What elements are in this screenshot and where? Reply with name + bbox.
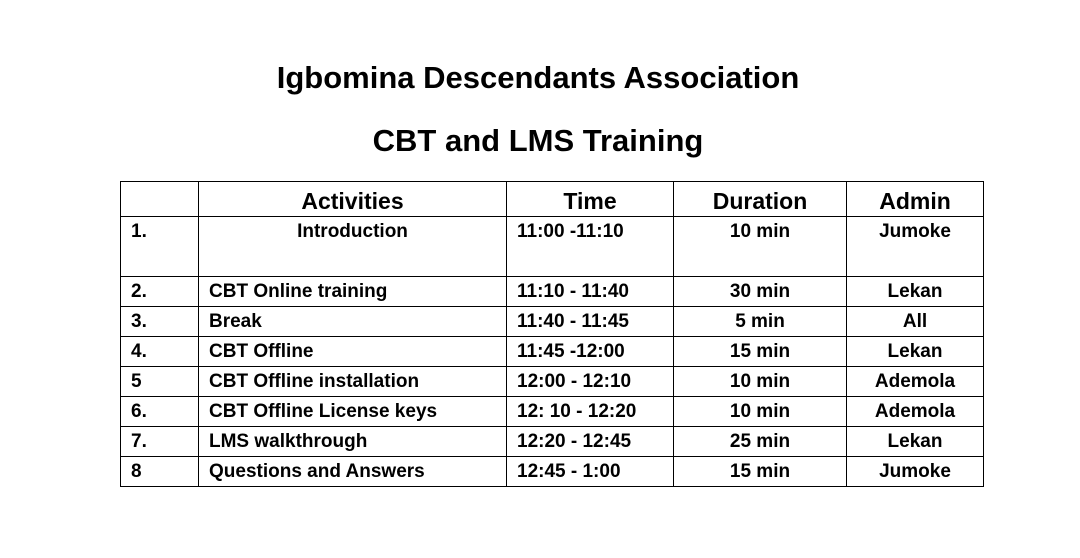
row-duration: 10 min (673, 396, 847, 427)
row-activity: CBT Offline (198, 336, 507, 367)
column-header-duration: Duration (673, 181, 847, 217)
row-activity: LMS walkthrough (198, 426, 507, 457)
column-header-admin: Admin (846, 181, 984, 217)
row-number: 1. (120, 216, 199, 277)
row-time: 11:40 - 11:45 (506, 306, 674, 337)
row-number: 2. (120, 276, 199, 307)
row-number: 7. (120, 426, 199, 457)
table-row: 8 Questions and Answers 12:45 - 1:00 15 … (120, 456, 984, 487)
row-number: 6. (120, 396, 199, 427)
table-row: 6. CBT Offline License keys 12: 10 - 12:… (120, 396, 984, 427)
table-row: 3. Break 11:40 - 11:45 5 min All (120, 306, 984, 337)
row-time: 12:45 - 1:00 (506, 456, 674, 487)
column-header-activities: Activities (198, 181, 507, 217)
row-admin: Jumoke (846, 456, 984, 487)
table-row: 2. CBT Online training 11:10 - 11:40 30 … (120, 276, 984, 307)
row-activity: CBT Offline License keys (198, 396, 507, 427)
row-duration: 15 min (673, 336, 847, 367)
row-time: 11:00 -11:10 (506, 216, 674, 277)
document-subtitle: CBT and LMS Training (372, 123, 704, 158)
row-admin: Lekan (846, 426, 984, 457)
row-activity: CBT Offline installation (198, 366, 507, 397)
table-row: 7. LMS walkthrough 12:20 - 12:45 25 min … (120, 426, 984, 457)
row-activity: Break (198, 306, 507, 337)
row-admin: Lekan (846, 276, 984, 307)
row-number: 4. (120, 336, 199, 367)
row-number: 5 (120, 366, 199, 397)
table-row: 5 CBT Offline installation 12:00 - 12:10… (120, 366, 984, 397)
row-time: 11:45 -12:00 (506, 336, 674, 367)
row-duration: 15 min (673, 456, 847, 487)
row-duration: 10 min (673, 216, 847, 277)
row-activity: Questions and Answers (198, 456, 507, 487)
row-activity: CBT Online training (198, 276, 507, 307)
column-header-time: Time (506, 181, 674, 217)
row-duration: 5 min (673, 306, 847, 337)
row-time: 11:10 - 11:40 (506, 276, 674, 307)
row-duration: 10 min (673, 366, 847, 397)
row-admin: Ademola (846, 396, 984, 427)
schedule-table: Activities Time Duration Admin 1. Introd… (120, 181, 984, 487)
row-duration: 30 min (673, 276, 847, 307)
row-admin: Lekan (846, 336, 984, 367)
row-admin: Jumoke (846, 216, 984, 277)
table-header-row: Activities Time Duration Admin (120, 181, 984, 217)
row-number: 8 (120, 456, 199, 487)
row-activity: Introduction (198, 216, 507, 277)
column-header-number (120, 181, 199, 217)
table-row: 1. Introduction 11:00 -11:10 10 min Jumo… (120, 216, 984, 277)
table-row: 4. CBT Offline 11:45 -12:00 15 min Lekan (120, 336, 984, 367)
row-admin: Ademola (846, 366, 984, 397)
row-duration: 25 min (673, 426, 847, 457)
row-time: 12:00 - 12:10 (506, 366, 674, 397)
row-time: 12:20 - 12:45 (506, 426, 674, 457)
row-number: 3. (120, 306, 199, 337)
document-title: Igbomina Descendants Association (276, 60, 800, 95)
row-time: 12: 10 - 12:20 (506, 396, 674, 427)
row-admin: All (846, 306, 984, 337)
